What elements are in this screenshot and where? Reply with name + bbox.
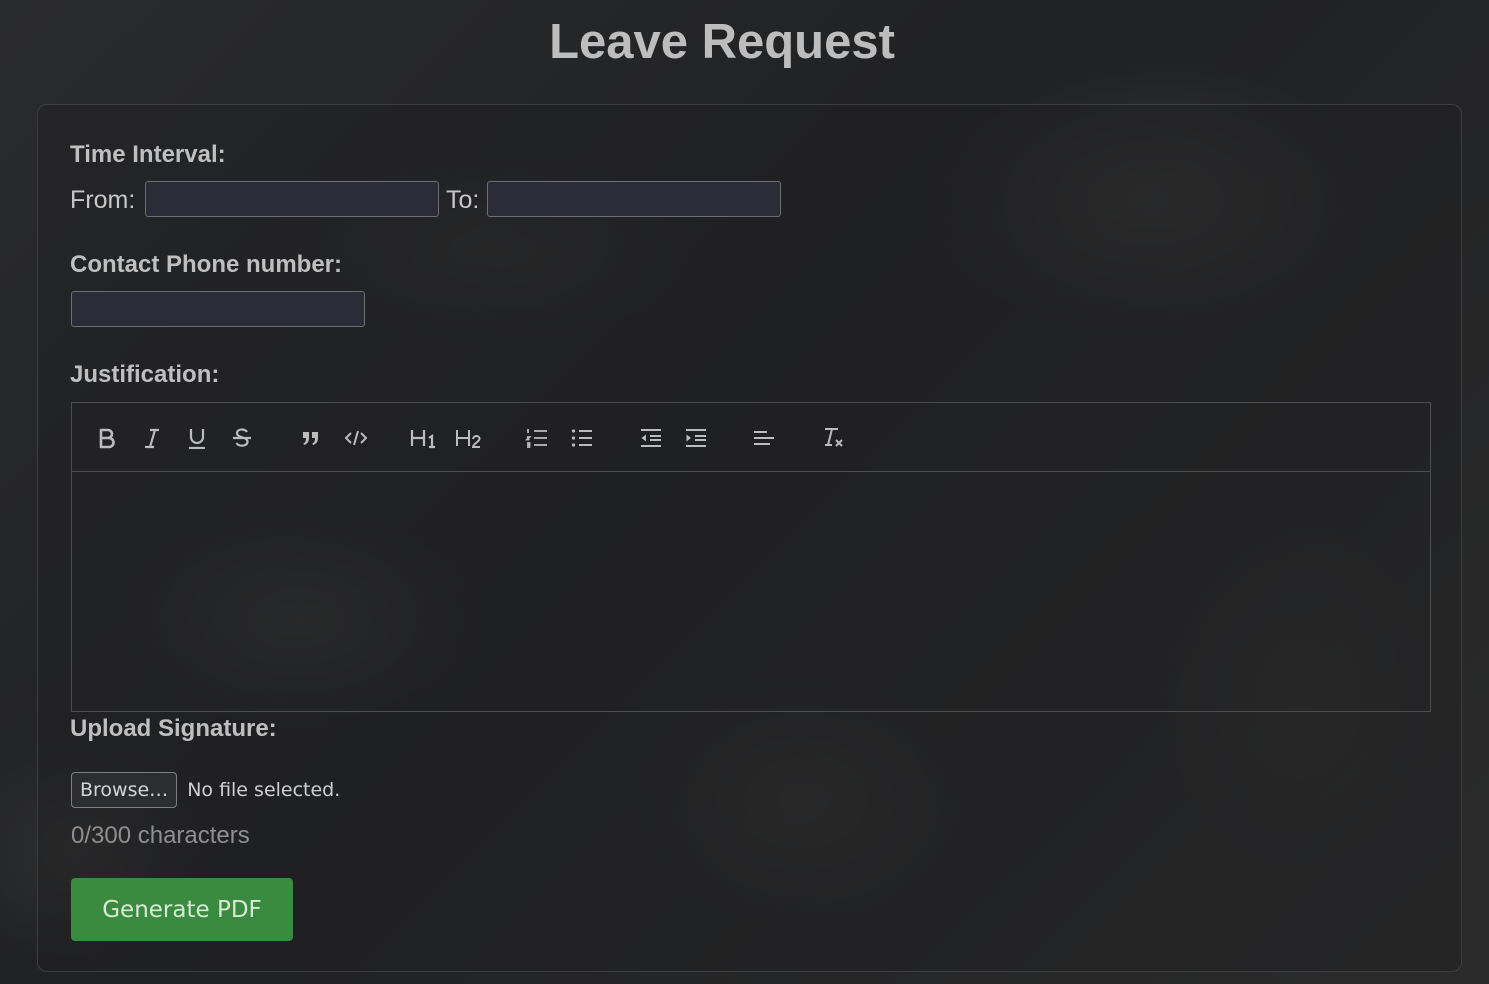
indent-icon xyxy=(686,429,706,447)
editor-toolbar xyxy=(72,403,1430,472)
character-counter: 0/300 characters xyxy=(71,822,250,849)
from-date-input[interactable] xyxy=(145,181,439,217)
heading-2-icon xyxy=(456,430,481,448)
heading-1-icon xyxy=(410,430,435,449)
upload-signature-label: Upload Signature: xyxy=(70,715,277,742)
outdent-button[interactable] xyxy=(634,421,668,455)
strikethrough-button[interactable] xyxy=(225,421,259,455)
underline-icon xyxy=(189,429,205,449)
blockquote-button[interactable] xyxy=(294,421,328,455)
from-label: From: xyxy=(70,186,136,214)
ordered-list-icon xyxy=(525,429,547,448)
file-status-text: No file selected. xyxy=(187,779,341,801)
justification-label: Justification: xyxy=(70,361,220,388)
browse-button[interactable]: Browse… xyxy=(71,772,178,808)
italic-icon xyxy=(145,428,159,449)
bullet-list-button[interactable] xyxy=(565,421,599,455)
page-title: Leave Request xyxy=(549,15,895,69)
ordered-list-button[interactable] xyxy=(520,421,554,455)
bold-icon xyxy=(99,428,115,449)
heading-2-button[interactable] xyxy=(451,421,487,455)
strikethrough-icon xyxy=(233,428,251,447)
time-interval-label: Time Interval: xyxy=(70,141,226,168)
italic-button[interactable] xyxy=(135,421,169,455)
to-label: To: xyxy=(446,186,480,214)
outdent-icon xyxy=(641,429,661,447)
signature-file-input: Browse… No file selected. xyxy=(71,772,340,808)
heading-1-button[interactable] xyxy=(406,421,442,455)
bullet-list-icon xyxy=(571,429,592,447)
contact-phone-label: Contact Phone number: xyxy=(70,251,343,278)
contact-phone-input[interactable] xyxy=(71,291,365,327)
align-button[interactable] xyxy=(747,421,781,455)
code-block-button[interactable] xyxy=(339,421,373,455)
align-left-icon xyxy=(754,431,774,445)
justification-editor xyxy=(71,402,1431,712)
indent-button[interactable] xyxy=(679,421,713,455)
clear-format-button[interactable] xyxy=(816,421,850,455)
justification-text-area[interactable] xyxy=(72,472,1430,711)
code-icon xyxy=(344,430,368,446)
underline-button[interactable] xyxy=(180,421,214,455)
generate-pdf-button[interactable]: Generate PDF xyxy=(71,878,293,941)
bold-button[interactable] xyxy=(90,421,124,455)
leave-request-form: Time Interval: From: To: Contact Phone n… xyxy=(37,104,1462,972)
quote-icon xyxy=(303,432,318,445)
to-date-input[interactable] xyxy=(487,181,781,217)
clear-format-icon xyxy=(825,428,843,447)
